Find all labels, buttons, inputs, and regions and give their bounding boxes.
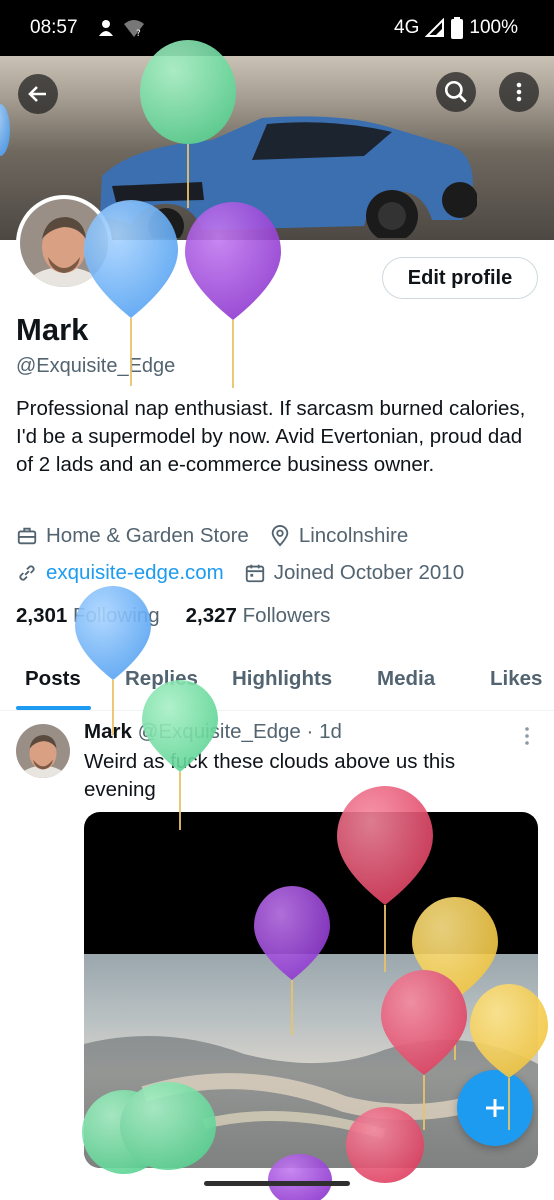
calendar-icon: [245, 564, 264, 583]
following-link[interactable]: 2,301 Following: [16, 604, 160, 628]
svg-text:?: ?: [136, 29, 141, 39]
post-author-name[interactable]: Mark: [84, 720, 132, 743]
active-tab-indicator: [16, 706, 91, 710]
profile-avatar[interactable]: [16, 195, 112, 291]
post-author-handle[interactable]: @Exquisite_Edge: [138, 720, 301, 743]
status-time: 08:57: [30, 17, 78, 38]
tab-likes[interactable]: Likes: [490, 667, 542, 691]
profile-category: Home & Garden Store: [46, 524, 249, 547]
compose-post-button[interactable]: [457, 1070, 533, 1146]
battery-level: 100%: [469, 17, 518, 38]
avatar-image: [20, 199, 108, 287]
profile-joined: Joined October 2010: [273, 561, 465, 584]
post-more-icon[interactable]: [518, 724, 536, 748]
signal-icon: [425, 18, 445, 37]
post-time: · 1d: [306, 720, 342, 743]
profile-meta-row-2: exquisite-edge.com Joined October 2010: [16, 561, 464, 585]
edit-profile-button[interactable]: Edit profile: [382, 257, 538, 299]
profile-bio: Professional nap enthusiast. If sarcasm …: [16, 397, 526, 476]
profile-website-link[interactable]: exquisite-edge.com: [46, 561, 224, 585]
profile-location: Lincolnshire: [298, 524, 409, 547]
briefcase-icon: [17, 527, 37, 545]
battery-icon: [451, 17, 464, 39]
more-options-button[interactable]: [499, 72, 539, 112]
following-count: 2,301: [16, 604, 68, 627]
profile-meta-row-1: Home & Garden Store Lincolnshire: [16, 524, 408, 548]
follow-stats: 2,301 Following 2,327 Followers: [16, 604, 330, 628]
tab-replies[interactable]: Replies: [125, 667, 198, 691]
plus-icon: [486, 1099, 504, 1117]
following-label: Following: [73, 604, 160, 627]
more-vertical-icon: [516, 82, 522, 102]
link-icon: [19, 565, 35, 581]
location-pin-icon: [271, 525, 289, 547]
status-right: 4G 100%: [394, 17, 518, 39]
search-button[interactable]: [436, 72, 476, 112]
tab-media[interactable]: Media: [377, 667, 435, 691]
followers-count: 2,327: [185, 604, 237, 627]
notification-icon: [99, 20, 113, 36]
post-author-avatar[interactable]: [16, 724, 70, 778]
network-type: 4G: [394, 17, 420, 38]
followers-label: Followers: [242, 604, 331, 627]
search-icon: [444, 80, 467, 103]
post-header: Mark @Exquisite_Edge · 1d: [84, 720, 342, 744]
status-bar: 08:57 ? 4G 100%: [0, 0, 554, 56]
followers-link[interactable]: 2,327 Followers: [186, 604, 331, 628]
profile-name: Mark: [16, 312, 89, 347]
profile-tabs: Posts Replies Highlights Media Likes: [0, 655, 554, 711]
banner-car-image: [100, 116, 477, 238]
profile-handle: @Exquisite_Edge: [16, 355, 176, 377]
wifi-question-icon: ?: [124, 20, 144, 39]
home-indicator[interactable]: [204, 1181, 350, 1186]
post-text: Weird as fuck these clouds above us this…: [84, 750, 456, 801]
back-button[interactable]: [18, 74, 58, 114]
arrow-left-icon: [28, 86, 46, 102]
tab-highlights[interactable]: Highlights: [232, 667, 332, 691]
tab-posts[interactable]: Posts: [25, 667, 81, 691]
